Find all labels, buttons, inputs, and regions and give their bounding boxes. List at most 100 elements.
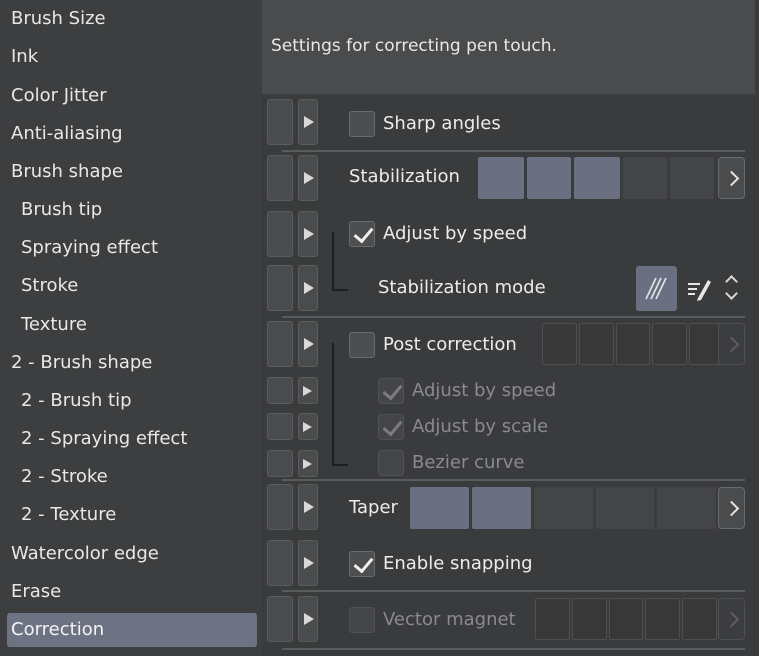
row-divider [282, 316, 745, 318]
level-segment[interactable] [616, 323, 650, 365]
stabilization-mode-spinner[interactable] [720, 266, 746, 311]
level-segment[interactable] [410, 487, 469, 529]
level-segment[interactable] [527, 157, 571, 199]
vector-magnet-checkbox[interactable] [349, 607, 375, 633]
vector-magnet-level-slider[interactable] [535, 598, 717, 640]
lock-toggle[interactable] [267, 377, 293, 404]
sidebar-item-brush-tip[interactable]: Brush tip [21, 193, 102, 227]
settings-panel: Settings for correcting pen touch. Sharp… [262, 0, 759, 656]
taper-label: Taper [349, 497, 398, 518]
level-segment[interactable] [472, 487, 531, 529]
post-correction-label: Post correction [383, 334, 517, 355]
enable-snapping-checkbox[interactable] [349, 551, 375, 577]
sidebar-item-2-brush-tip[interactable]: 2 - Brush tip [21, 384, 132, 418]
expand-arrow-icon[interactable] [298, 265, 318, 311]
level-segment[interactable] [623, 157, 667, 199]
post-correction-level-slider[interactable] [542, 323, 724, 365]
adjust-by-speed-checkbox[interactable] [349, 221, 375, 247]
row-divider [282, 479, 745, 481]
level-segment[interactable] [652, 323, 687, 365]
expand-arrow-icon[interactable] [298, 540, 318, 586]
level-segment[interactable] [535, 598, 570, 640]
row-divider [282, 590, 745, 592]
sidebar-item-2-spraying-effect[interactable]: 2 - Spraying effect [21, 422, 187, 456]
lock-toggle[interactable] [267, 450, 293, 477]
sidebar-item-brush-shape[interactable]: Brush shape [11, 155, 123, 189]
sidebar-item-brush-size[interactable]: Brush Size [11, 2, 106, 36]
level-segment[interactable] [478, 157, 524, 199]
sidebar-item-color-jitter[interactable]: Color Jitter [11, 79, 107, 113]
level-segment[interactable] [670, 157, 714, 199]
category-sidebar: Brush Size Ink Color Jitter Anti-aliasin… [0, 0, 262, 656]
adjust-by-scale-label: Adjust by scale [412, 416, 549, 437]
sidebar-item-2-stroke[interactable]: 2 - Stroke [21, 460, 108, 494]
level-segment[interactable] [572, 598, 607, 640]
pen-lines-icon[interactable] [678, 266, 719, 311]
sidebar-item-stroke[interactable]: Stroke [21, 269, 78, 303]
taper-level-slider[interactable] [410, 487, 716, 529]
post-adjust-by-speed-checkbox[interactable] [378, 378, 404, 404]
expand-arrow-icon[interactable] [298, 596, 318, 642]
expand-arrow-icon[interactable] [298, 484, 318, 530]
post-adjust-by-speed-label: Adjust by speed [412, 380, 557, 401]
level-segment[interactable] [596, 487, 654, 529]
level-segment[interactable] [534, 487, 593, 529]
lock-toggle[interactable] [267, 211, 293, 257]
sidebar-item-texture[interactable]: Texture [21, 308, 87, 342]
lock-toggle[interactable] [267, 596, 293, 642]
level-segment[interactable] [574, 157, 620, 199]
sidebar-item-spraying-effect[interactable]: Spraying effect [21, 231, 158, 265]
expand-arrow-icon[interactable] [298, 413, 318, 440]
chevron-down-icon[interactable] [725, 287, 738, 300]
expand-arrow-icon[interactable] [298, 321, 318, 367]
stabilization-label: Stabilization [349, 166, 460, 187]
bezier-curve-label: Bezier curve [412, 452, 525, 473]
sidebar-item-2-brush-shape[interactable]: 2 - Brush shape [11, 346, 152, 380]
sidebar-item-watercolor-edge[interactable]: Watercolor edge [11, 537, 159, 571]
vector-magnet-chevron-right-icon[interactable] [718, 598, 745, 640]
row-divider [282, 648, 745, 650]
description-text: Settings for correcting pen touch. [271, 36, 557, 56]
expand-arrow-icon[interactable] [298, 155, 318, 201]
smooth-lines-icon[interactable] [636, 266, 677, 311]
expand-arrow-icon[interactable] [298, 211, 318, 257]
level-segment[interactable] [542, 323, 577, 365]
lock-toggle[interactable] [267, 321, 293, 367]
vector-magnet-label: Vector magnet [383, 609, 516, 630]
sidebar-item-anti-aliasing[interactable]: Anti-aliasing [11, 117, 123, 151]
post-correction-chevron-right-icon[interactable] [718, 323, 745, 365]
tree-line [332, 289, 348, 291]
stabilization-level-slider[interactable] [478, 157, 718, 199]
stabilization-chevron-right-icon[interactable] [718, 157, 745, 199]
taper-chevron-right-icon[interactable] [718, 487, 745, 529]
lock-toggle[interactable] [267, 413, 293, 440]
level-segment[interactable] [682, 598, 717, 640]
level-segment[interactable] [645, 598, 680, 640]
lock-toggle[interactable] [267, 155, 293, 201]
level-segment[interactable] [657, 487, 716, 529]
tree-line [332, 464, 348, 466]
tree-line [332, 343, 334, 465]
sidebar-item-correction[interactable]: Correction [7, 613, 257, 647]
bezier-curve-checkbox[interactable] [378, 450, 404, 476]
sharp-angles-checkbox[interactable] [349, 111, 375, 137]
expand-arrow-icon[interactable] [298, 377, 318, 404]
sidebar-item-2-texture[interactable]: 2 - Texture [21, 498, 116, 532]
lock-toggle[interactable] [267, 484, 293, 530]
level-segment[interactable] [609, 598, 643, 640]
tree-line [332, 232, 334, 290]
post-correction-checkbox[interactable] [349, 332, 375, 358]
description-box: Settings for correcting pen touch. [262, 0, 755, 94]
adjust-by-scale-checkbox[interactable] [378, 414, 404, 440]
stabilization-mode-label: Stabilization mode [378, 277, 546, 298]
lock-toggle[interactable] [267, 265, 293, 311]
level-segment[interactable] [579, 323, 614, 365]
chevron-up-icon[interactable] [725, 275, 738, 288]
sidebar-item-erase[interactable]: Erase [11, 575, 61, 609]
expand-arrow-icon[interactable] [298, 99, 318, 145]
expand-arrow-icon[interactable] [298, 450, 318, 477]
sidebar-item-ink[interactable]: Ink [11, 40, 38, 74]
lock-toggle[interactable] [267, 99, 293, 145]
adjust-by-speed-label: Adjust by speed [383, 223, 528, 244]
lock-toggle[interactable] [267, 540, 293, 586]
